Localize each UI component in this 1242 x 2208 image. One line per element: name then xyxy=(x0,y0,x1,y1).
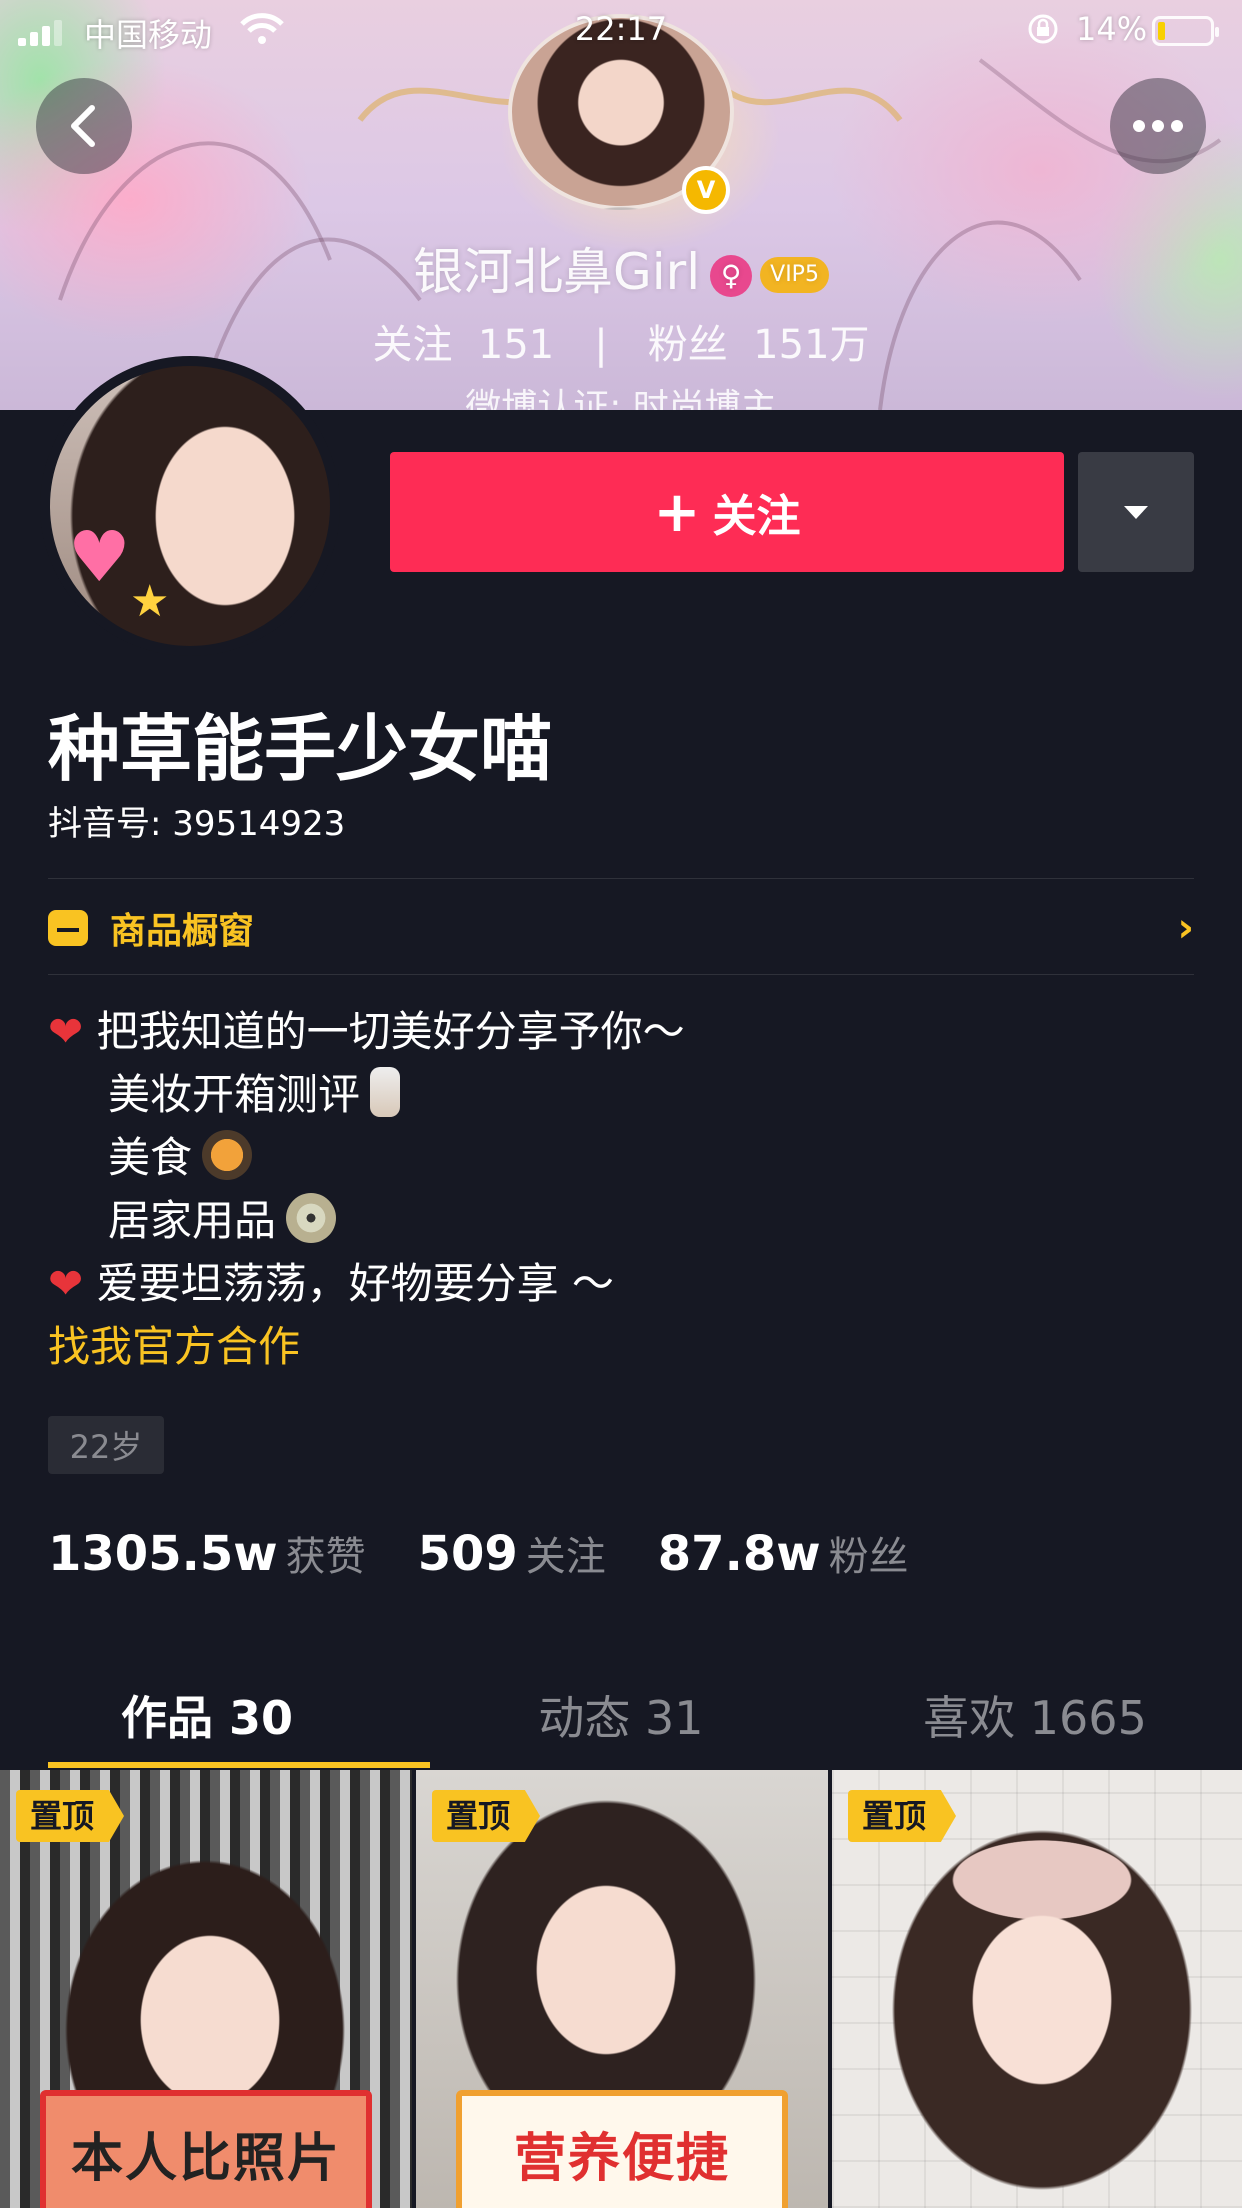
stats-separator: | xyxy=(594,322,608,368)
stats-row: 1305.5w 获赞 509 关注 87.8w 粉丝 xyxy=(48,1524,961,1582)
cooperation-link[interactable]: 找我官方合作 xyxy=(48,1315,685,1378)
bio-text: 居家用品 xyxy=(108,1196,277,1245)
banner-follow-count: 151 xyxy=(477,322,555,368)
video-grid: 置顶 本人比照片 置顶 营养便捷 置顶 xyxy=(0,1770,1242,2208)
profile-bio: ❤ 把我知道的一切美好分享予你～ 美妆开箱测评 美食 居家用品 ❤ 爱要坦荡荡，… xyxy=(48,1000,685,1378)
bio-text: 美食 xyxy=(108,1133,193,1182)
follow-button[interactable]: + 关注 xyxy=(390,452,1064,572)
profile-banner: V 银河北鼻Girl ♀ VIP5 关注 151 | 粉丝 151万 微博认证: 时尚博… xyxy=(0,0,1242,410)
age-badge: 22岁 xyxy=(48,1416,164,1474)
bio-text: 爱要坦荡荡，好物要分享 ～ xyxy=(96,1259,614,1308)
profile-tabs: 作品 30 动态 31 喜欢 1665 xyxy=(0,1670,1242,1766)
battery-percent: 14% xyxy=(1076,10,1148,48)
bio-line: 美食 xyxy=(48,1126,685,1189)
tab-posts[interactable]: 动态 31 xyxy=(414,1670,828,1766)
food-emoji-icon xyxy=(202,1130,253,1180)
pinned-badge: 置顶 xyxy=(432,1790,541,1842)
active-tab-indicator xyxy=(48,1762,430,1768)
divider xyxy=(48,974,1194,975)
profile-avatar[interactable]: ♥ ★ xyxy=(40,356,340,656)
star-sticker-icon: ★ xyxy=(130,576,170,627)
vip-badge: VIP5 xyxy=(760,257,829,293)
stat-likes: 1305.5w 获赞 xyxy=(48,1524,366,1582)
banner-fans-count: 151万 xyxy=(753,322,870,368)
bio-text: 美妆开箱测评 xyxy=(108,1070,361,1119)
battery-icon xyxy=(1152,16,1219,46)
shop-icon xyxy=(48,910,88,946)
video-thumbnail[interactable]: 置顶 xyxy=(832,1770,1242,2208)
stat-following[interactable]: 509 关注 xyxy=(418,1524,606,1582)
stat-label: 粉丝 xyxy=(828,1534,909,1580)
tab-likes[interactable]: 喜欢 1665 xyxy=(828,1670,1242,1766)
shop-window-row[interactable]: 商品橱窗 › xyxy=(48,880,1194,976)
orientation-lock-icon xyxy=(1028,14,1058,44)
banner-name-row: 银河北鼻Girl ♀ VIP5 xyxy=(0,232,1242,304)
stat-number: 87.8w xyxy=(657,1526,821,1582)
stat-number: 509 xyxy=(417,1526,518,1582)
bio-line: 居家用品 xyxy=(48,1189,685,1252)
douyin-id: 抖音号: 39514923 xyxy=(48,804,346,844)
more-button[interactable] xyxy=(1110,78,1206,174)
video-caption: 本人比照片 xyxy=(40,2090,372,2208)
pinned-badge: 置顶 xyxy=(848,1790,957,1842)
bio-text: 把我知道的一切美好分享予你～ xyxy=(96,1007,685,1056)
female-icon: ♀ xyxy=(710,255,753,297)
heart-icon: ❤ xyxy=(48,1259,84,1308)
bio-line: 美妆开箱测评 xyxy=(48,1063,685,1126)
video-caption: 营养便捷 xyxy=(456,2090,788,2208)
stat-label: 关注 xyxy=(525,1534,606,1580)
status-bar: 中国移动 22:17 14% xyxy=(0,0,1242,60)
stat-number: 1305.5w xyxy=(48,1526,278,1582)
bio-line: ❤ 把我知道的一切美好分享予你～ xyxy=(48,1000,685,1063)
more-icon xyxy=(1133,120,1183,132)
heart-sticker-icon: ♥ xyxy=(68,516,131,598)
banner-username: 银河北鼻Girl xyxy=(413,243,701,301)
chevron-right-icon: › xyxy=(1177,905,1194,951)
back-icon xyxy=(71,105,95,147)
dropdown-icon xyxy=(1124,506,1148,519)
heart-icon: ❤ xyxy=(48,1007,84,1056)
follow-button-label: 关注 xyxy=(712,491,801,542)
stat-label: 获赞 xyxy=(285,1534,366,1580)
plus-icon: + xyxy=(653,479,701,545)
profile-nickname: 种草能手少女喵 xyxy=(48,707,553,791)
banner-follow-label: 关注 xyxy=(372,322,453,368)
verified-icon: V xyxy=(682,166,730,214)
disc-emoji-icon xyxy=(286,1193,337,1243)
bio-line: ❤ 爱要坦荡荡，好物要分享 ～ xyxy=(48,1252,685,1315)
shop-window-label: 商品橱窗 xyxy=(110,911,255,952)
recommend-dropdown-button[interactable] xyxy=(1078,452,1194,572)
tab-works[interactable]: 作品 30 xyxy=(0,1670,414,1766)
pinned-badge: 置顶 xyxy=(16,1790,125,1842)
banner-fans-label: 粉丝 xyxy=(647,322,728,368)
divider xyxy=(48,878,1194,879)
video-thumbnail[interactable]: 置顶 营养便捷 xyxy=(416,1770,828,2208)
back-button[interactable] xyxy=(36,78,132,174)
stat-followers[interactable]: 87.8w 粉丝 xyxy=(658,1524,909,1582)
bottle-emoji-icon xyxy=(370,1067,401,1117)
video-thumbnail[interactable]: 置顶 本人比照片 xyxy=(0,1770,412,2208)
